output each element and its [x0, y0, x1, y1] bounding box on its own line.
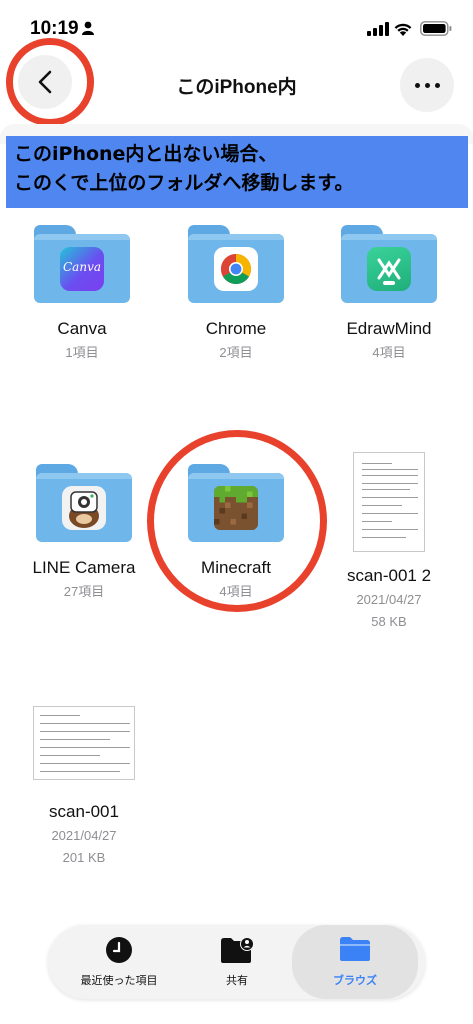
tab-label: 最近使った項目: [80, 974, 158, 987]
folder-icon: [36, 464, 132, 542]
annotation-line-1: このiPhone内と出ない場合、: [14, 143, 278, 165]
tab-browse[interactable]: ブラウズ: [292, 925, 418, 999]
document-thumbnail: [353, 452, 425, 552]
file-scan-001-2[interactable]: scan-001 2 2021/04/27 58 KB: [311, 452, 467, 630]
folder-chrome[interactable]: Chrome 2項目: [158, 225, 314, 361]
status-time: 10:19: [30, 18, 79, 39]
annotation-banner: このiPhone内と出ない場合、 このくで上位のフォルダへ移動します。: [6, 136, 468, 208]
shared-folder-icon: [221, 937, 254, 963]
annotation-line-2: このくで上位のフォルダへ移動します。: [14, 172, 354, 194]
clock-icon: [106, 937, 132, 963]
item-name: EdrawMind: [346, 319, 432, 338]
folder-line-camera[interactable]: LINE Camera 27項目: [6, 464, 162, 600]
minecraft-highlight-circle: [147, 430, 327, 612]
item-count: 4項目: [372, 345, 406, 360]
canva-app-icon: Canva: [60, 247, 104, 291]
person-icon: [82, 21, 94, 35]
tab-recents[interactable]: 最近使った項目: [56, 925, 182, 999]
item-name: Chrome: [205, 319, 267, 338]
folder-canva[interactable]: Canva Canva 1項目: [4, 225, 160, 361]
folder-edrawmind[interactable]: EdrawMind 4項目: [311, 225, 467, 361]
cellular-signal-icon: [367, 22, 389, 36]
more-dot-icon: [434, 82, 440, 88]
more-dot-icon: [414, 82, 420, 88]
file-scan-001[interactable]: scan-001 2021/04/27 201 KB: [6, 706, 162, 866]
item-size: 58 KB: [371, 614, 407, 629]
item-date: 2021/04/27: [51, 828, 117, 843]
folder-icon: [188, 225, 284, 303]
item-date: 2021/04/27: [356, 592, 422, 607]
item-name: scan-001: [49, 802, 119, 821]
item-name: scan-001 2: [346, 566, 432, 585]
edrawmind-app-icon: [367, 247, 411, 291]
battery-icon: [420, 21, 452, 36]
line-camera-app-icon: [62, 486, 106, 530]
tab-label: 共有: [226, 974, 248, 987]
chrome-app-icon: [214, 247, 258, 291]
item-name: Canva: [57, 319, 107, 338]
folder-icon: [340, 937, 370, 961]
wifi-icon: [394, 23, 412, 36]
tab-shared[interactable]: 共有: [174, 925, 300, 999]
tab-bar: 最近使った項目 共有 ブラウズ: [48, 925, 425, 999]
more-button[interactable]: [400, 58, 454, 112]
document-thumbnail: [33, 706, 135, 780]
more-dot-icon: [424, 82, 430, 88]
folder-icon: Canva: [34, 225, 130, 303]
item-count: 27項目: [63, 584, 105, 599]
tab-label: ブラウズ: [333, 974, 377, 987]
item-size: 201 KB: [62, 850, 106, 865]
folder-icon: [341, 225, 437, 303]
item-count: 1項目: [65, 345, 99, 360]
item-count: 2項目: [219, 345, 253, 360]
item-name: LINE Camera: [32, 558, 136, 577]
